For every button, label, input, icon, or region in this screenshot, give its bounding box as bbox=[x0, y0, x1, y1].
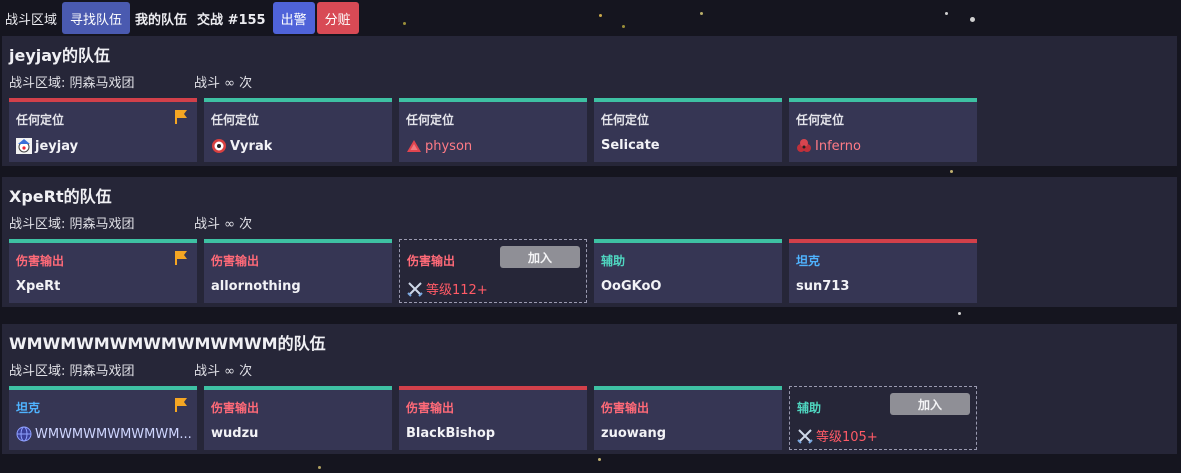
player-name: OoGKoO bbox=[601, 279, 662, 294]
player-name: Vyrak bbox=[230, 138, 273, 154]
party-slot[interactable]: 任何定位 jeyjay bbox=[9, 98, 197, 162]
team-battles: 战斗 ∞ 次 bbox=[194, 364, 253, 379]
nav-my-party[interactable]: 我的队伍 bbox=[130, 2, 192, 34]
nav-zone[interactable]: 战斗区域 bbox=[0, 2, 62, 34]
team-battles: 战斗 ∞ 次 bbox=[194, 76, 253, 91]
player-name: physon bbox=[425, 138, 473, 154]
split-loot-button[interactable]: 分赃 bbox=[316, 2, 359, 34]
triangle-icon bbox=[407, 140, 421, 152]
nav-find-party[interactable]: 寻找队伍 bbox=[62, 2, 131, 34]
party-slot[interactable]: 任何定位 physon bbox=[399, 98, 587, 162]
player-name: zuowang bbox=[601, 426, 667, 441]
player-name: Inferno bbox=[815, 138, 861, 154]
clown-icon bbox=[16, 138, 32, 154]
role-label: 任何定位 bbox=[16, 113, 65, 127]
join-button[interactable]: 加入 bbox=[500, 246, 580, 268]
party-slot[interactable]: 任何定位 Vyrak bbox=[204, 98, 392, 162]
eye-icon bbox=[212, 139, 226, 153]
player-name: allornothing bbox=[211, 279, 301, 294]
team-slots: 坦克 WMWMWMWMWMWM... 伤害输出 wudzu 伤害输出 Black… bbox=[9, 386, 984, 450]
role-label: 伤害输出 bbox=[16, 254, 65, 268]
team-slots: 伤害输出 XpeRt 伤害输出 allornothing 伤害输出 加入 等级1… bbox=[9, 239, 984, 303]
level-requirement: 等级112+ bbox=[407, 279, 488, 298]
party-slot[interactable]: 坦克 WMWMWMWMWMWM... bbox=[9, 386, 197, 450]
player-entry[interactable]: WMWMWMWMWMWM... bbox=[16, 426, 192, 442]
team-panel: XpeRt的队伍 战斗区域: 阴森马戏团 战斗 ∞ 次 伤害输出 XpeRt 伤… bbox=[2, 177, 1177, 307]
team-zone: 战斗区域: 阴森马戏团 bbox=[9, 364, 135, 379]
role-label: 伤害输出 bbox=[601, 401, 650, 415]
role-label: 辅助 bbox=[797, 401, 822, 415]
role-label: 任何定位 bbox=[211, 113, 260, 127]
team-meta: 战斗区域: 阴森马戏团 战斗 ∞ 次 bbox=[9, 72, 252, 91]
player-entry[interactable]: allornothing bbox=[211, 279, 301, 294]
player-name: XpeRt bbox=[16, 279, 61, 294]
player-entry[interactable]: BlackBishop bbox=[406, 426, 495, 441]
alert-button[interactable]: 出警 bbox=[272, 2, 315, 34]
player-name: wudzu bbox=[211, 426, 259, 441]
player-entry[interactable]: OoGKoO bbox=[601, 279, 661, 294]
team-panel: WMWMWMWMWMWMWMWM的队伍 战斗区域: 阴森马戏团 战斗 ∞ 次 坦… bbox=[2, 324, 1177, 454]
role-label: 任何定位 bbox=[406, 113, 455, 127]
level-text: 等级105+ bbox=[816, 430, 878, 445]
level-text: 等级112+ bbox=[426, 283, 488, 298]
role-label: 坦克 bbox=[796, 254, 821, 268]
player-entry[interactable]: sun713 bbox=[796, 279, 849, 294]
role-label: 伤害输出 bbox=[211, 401, 260, 415]
team-title: jeyjay的队伍 bbox=[9, 46, 110, 65]
team-zone: 战斗区域: 阴森马戏团 bbox=[9, 217, 135, 232]
party-slot[interactable]: 坦克 sun713 bbox=[789, 239, 977, 303]
party-slot[interactable]: 任何定位 Selicate bbox=[594, 98, 782, 162]
player-name: WMWMWMWMWMWM... bbox=[35, 426, 192, 442]
player-name: jeyjay bbox=[35, 138, 79, 154]
player-name: sun713 bbox=[796, 279, 850, 294]
nav-battle[interactable]: 交战 #155 bbox=[192, 2, 271, 34]
player-entry[interactable]: Vyrak bbox=[211, 138, 272, 154]
claw-icon bbox=[797, 139, 811, 152]
player-entry[interactable]: XpeRt bbox=[16, 279, 60, 294]
party-slot[interactable]: 伤害输出 wudzu bbox=[204, 386, 392, 450]
team-panel: jeyjay的队伍 战斗区域: 阴森马戏团 战斗 ∞ 次 任何定位 jeyjay… bbox=[2, 36, 1177, 166]
team-battles: 战斗 ∞ 次 bbox=[194, 217, 253, 232]
leader-flag-icon bbox=[175, 398, 187, 412]
role-label: 伤害输出 bbox=[211, 254, 260, 268]
party-slot[interactable]: 伤害输出 zuowang bbox=[594, 386, 782, 450]
team-slots: 任何定位 jeyjay 任何定位 Vyrak 任何定位 physon 任何定位 bbox=[9, 98, 984, 162]
player-entry[interactable]: wudzu bbox=[211, 426, 258, 441]
leader-flag-icon bbox=[175, 110, 187, 124]
player-entry[interactable]: physon bbox=[406, 138, 472, 154]
role-label: 任何定位 bbox=[601, 113, 650, 127]
join-button[interactable]: 加入 bbox=[890, 393, 970, 415]
leader-flag-icon bbox=[175, 251, 187, 265]
team-meta: 战斗区域: 阴森马戏团 战斗 ∞ 次 bbox=[9, 213, 252, 232]
team-title: XpeRt的队伍 bbox=[9, 187, 112, 206]
player-entry[interactable]: Inferno bbox=[796, 138, 861, 154]
player-entry[interactable]: jeyjay bbox=[16, 138, 78, 154]
player-name: Selicate bbox=[601, 138, 660, 153]
crossed-swords-icon bbox=[797, 428, 813, 444]
role-label: 伤害输出 bbox=[406, 401, 455, 415]
open-slot: 伤害输出 加入 等级112+ bbox=[399, 239, 587, 303]
top-nav: 战斗区域 寻找队伍 我的队伍 交战 #155 出警 分赃 bbox=[0, 0, 1181, 36]
team-zone: 战斗区域: 阴森马戏团 bbox=[9, 76, 135, 91]
level-requirement: 等级105+ bbox=[797, 426, 878, 445]
crossed-swords-icon bbox=[407, 281, 423, 297]
party-slot[interactable]: 伤害输出 XpeRt bbox=[9, 239, 197, 303]
party-slot[interactable]: 伤害输出 BlackBishop bbox=[399, 386, 587, 450]
player-name: BlackBishop bbox=[406, 426, 496, 441]
party-slot[interactable]: 任何定位 Inferno bbox=[789, 98, 977, 162]
open-slot: 辅助 加入 等级105+ bbox=[789, 386, 977, 450]
team-title: WMWMWMWMWMWMWMWM的队伍 bbox=[9, 334, 326, 353]
party-slot[interactable]: 辅助 OoGKoO bbox=[594, 239, 782, 303]
player-entry[interactable]: Selicate bbox=[601, 138, 660, 153]
team-meta: 战斗区域: 阴森马戏团 战斗 ∞ 次 bbox=[9, 360, 252, 379]
party-slot[interactable]: 伤害输出 allornothing bbox=[204, 239, 392, 303]
globe-icon bbox=[16, 426, 32, 442]
role-label: 任何定位 bbox=[796, 113, 845, 127]
player-entry[interactable]: zuowang bbox=[601, 426, 666, 441]
role-label: 辅助 bbox=[601, 254, 626, 268]
role-label: 伤害输出 bbox=[407, 254, 456, 268]
role-label: 坦克 bbox=[16, 401, 41, 415]
